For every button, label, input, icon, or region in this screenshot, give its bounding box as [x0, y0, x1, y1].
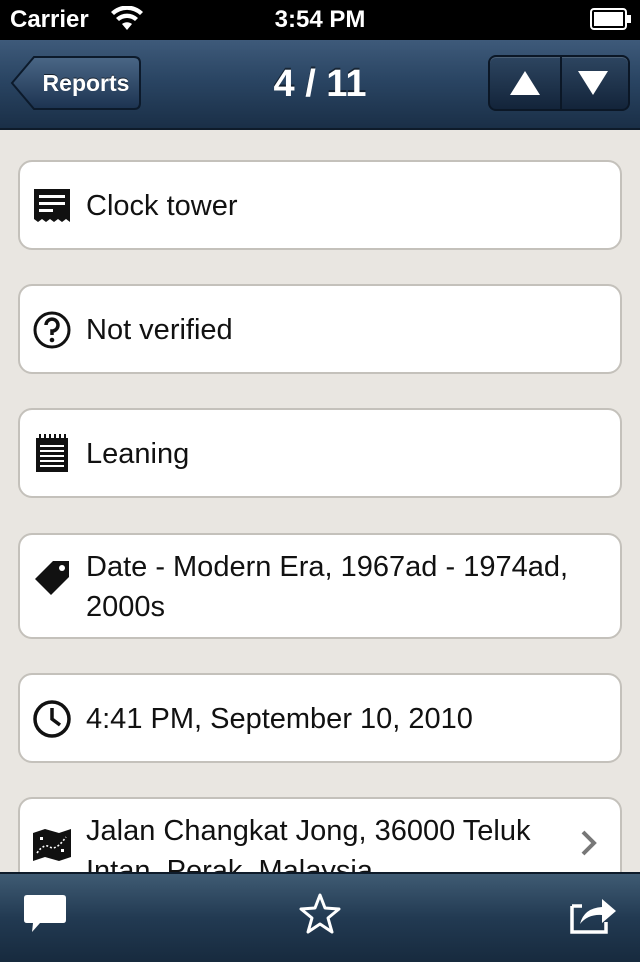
notepad-icon: [32, 434, 72, 474]
report-datetime: 4:41 PM, September 10, 2010: [86, 703, 473, 735]
category-card: Date - Modern Era, 1967ad - 1974ad, 2000…: [18, 533, 622, 639]
comment-icon[interactable]: [22, 892, 68, 941]
map-icon: [32, 825, 72, 865]
date-card: 4:41 PM, September 10, 2010: [18, 673, 622, 763]
star-icon[interactable]: [298, 892, 342, 941]
tag-icon: [32, 557, 72, 597]
location-card[interactable]: Jalan Changkat Jong, 36000 Teluk Intan, …: [18, 797, 622, 872]
bottom-toolbar: [0, 872, 640, 962]
arrow-down-icon: [578, 71, 608, 95]
back-button[interactable]: Reports: [10, 55, 142, 111]
battery-icon: [590, 8, 632, 35]
receipt-icon: [32, 186, 72, 226]
title-card: Clock tower: [18, 160, 622, 250]
navigation-bar: 4 / 11 Reports: [0, 40, 640, 130]
question-circle-icon: [32, 310, 72, 350]
verification-status: Not verified: [86, 314, 233, 346]
description-card: Leaning: [18, 408, 622, 498]
report-title: Clock tower: [86, 190, 238, 222]
status-bar: Carrier 3:54 PM: [0, 0, 640, 40]
previous-report-button[interactable]: [490, 57, 562, 109]
next-report-button[interactable]: [558, 57, 628, 109]
prev-next-control: [488, 55, 630, 111]
share-icon[interactable]: [568, 892, 618, 941]
report-detail-list: Clock tower Not verified Leaning Date - …: [0, 130, 640, 872]
report-description: Leaning: [86, 438, 190, 470]
chevron-right-icon: [580, 829, 598, 862]
clock-icon: [32, 699, 72, 739]
report-categories: Date - Modern Era, 1967ad - 1974ad, 2000…: [86, 551, 569, 623]
report-location: Jalan Changkat Jong, 36000 Teluk Intan, …: [86, 815, 531, 872]
status-time: 3:54 PM: [274, 6, 366, 33]
verification-card: Not verified: [18, 284, 622, 374]
back-button-label: Reports: [42, 70, 130, 96]
arrow-up-icon: [510, 71, 540, 95]
